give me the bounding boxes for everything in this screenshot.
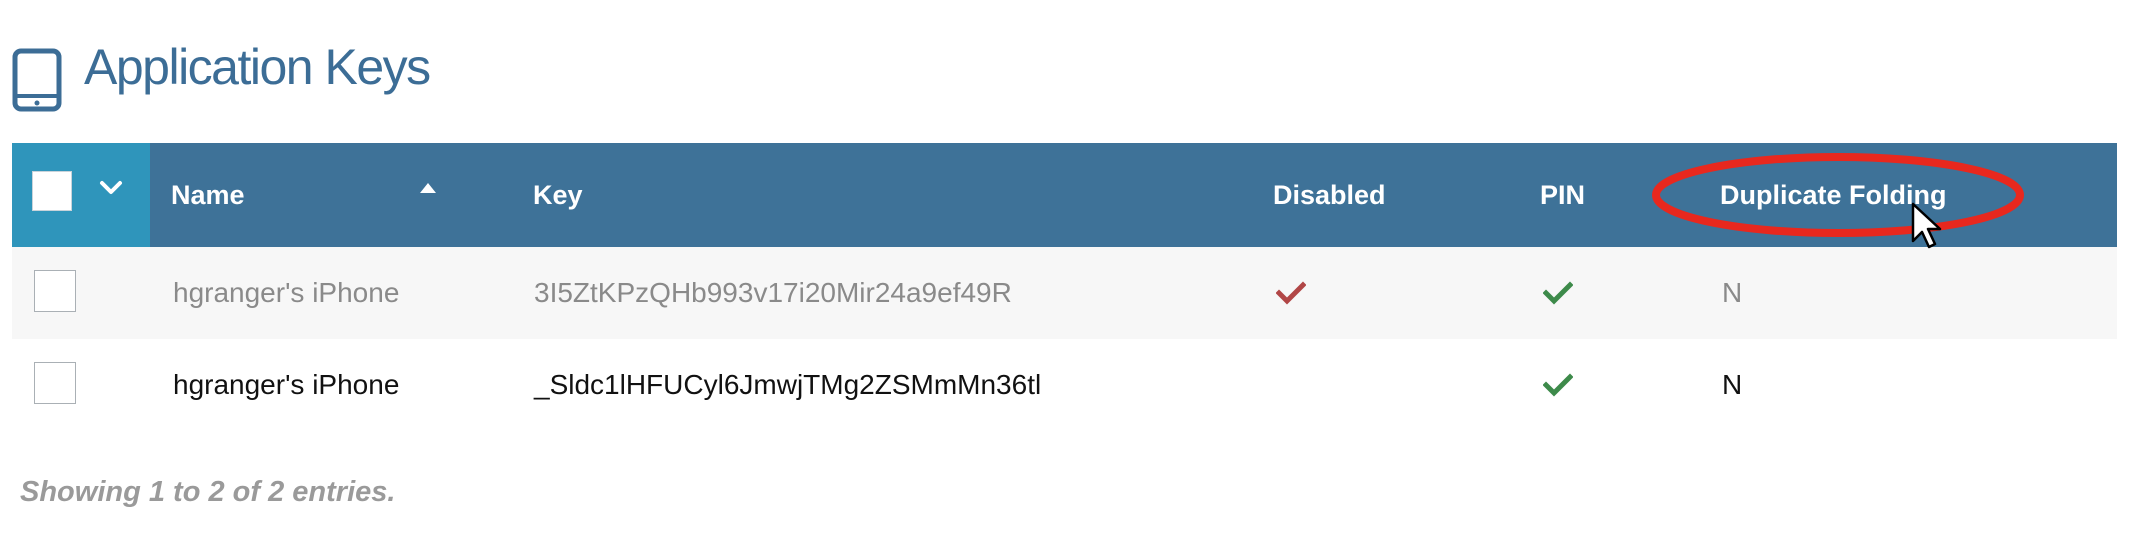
- check-icon-disabled: [1276, 281, 1306, 305]
- table-header: Name Key Disabled PIN Duplicate Folding: [12, 143, 2117, 247]
- sort-ascending-icon[interactable]: [418, 181, 438, 195]
- column-header-name[interactable]: Name: [171, 143, 245, 247]
- table-row[interactable]: hgranger's iPhone _Sldc1lHFUCyl6JmwjTMg2…: [12, 339, 2117, 431]
- cell-duplicate-folding: N: [1722, 277, 1743, 308]
- application-keys-table: Name Key Disabled PIN Duplicate Folding …: [12, 143, 2117, 404]
- column-header-pin[interactable]: PIN: [1540, 143, 1585, 247]
- cell-duplicate-folding: N: [1722, 369, 1743, 400]
- check-icon-pin: [1543, 373, 1573, 397]
- select-all-checkbox[interactable]: [32, 171, 72, 211]
- page-header: Application Keys: [12, 30, 431, 130]
- cell-name: hgranger's iPhone: [173, 277, 400, 308]
- column-header-key[interactable]: Key: [533, 143, 583, 247]
- table-row[interactable]: hgranger's iPhone 3I5ZtKPzQHb993v17i20Mi…: [12, 247, 2117, 339]
- mouse-cursor-icon: [1911, 202, 1942, 249]
- page-title: Application Keys: [84, 39, 431, 95]
- table-info: Showing 1 to 2 of 2 entries.: [20, 476, 396, 508]
- cell-key: _Sldc1lHFUCyl6JmwjTMg2ZSMmMn36tl: [534, 369, 1042, 400]
- column-header-disabled[interactable]: Disabled: [1273, 143, 1386, 247]
- cell-key: 3I5ZtKPzQHb993v17i20Mir24a9ef49R: [534, 277, 1012, 308]
- row-checkbox[interactable]: [34, 270, 76, 312]
- check-icon-pin: [1543, 281, 1573, 305]
- cell-name: hgranger's iPhone: [173, 369, 400, 400]
- tablet-icon: [12, 48, 62, 112]
- row-checkbox[interactable]: [34, 362, 76, 404]
- chevron-down-icon[interactable]: [98, 175, 124, 201]
- select-column-header: [12, 143, 150, 247]
